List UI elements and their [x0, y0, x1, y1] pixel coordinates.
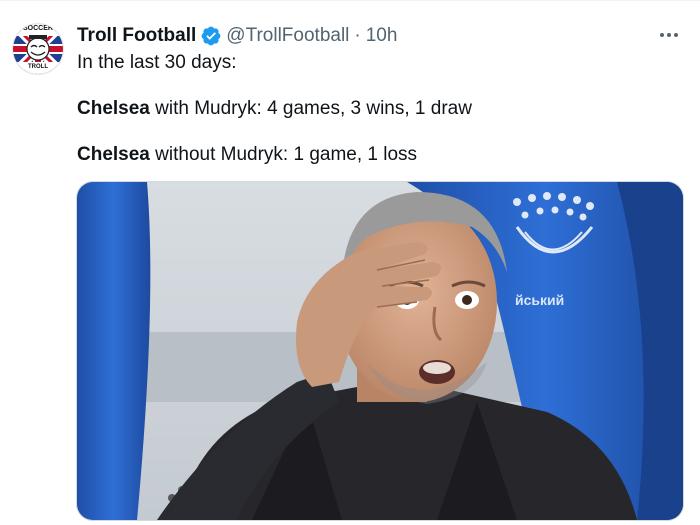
avatar[interactable]: SOCCER TROLL: [13, 24, 63, 74]
timestamp[interactable]: 10h: [366, 25, 398, 47]
avatar-text-top: SOCCER: [23, 25, 53, 32]
stadium-text: йський: [515, 292, 564, 308]
separator-dot: ·: [354, 25, 361, 46]
author-handle[interactable]: @TrollFootball: [226, 25, 349, 47]
author-name[interactable]: Troll Football: [77, 25, 196, 47]
more-options-icon[interactable]: [658, 27, 680, 43]
team-name: Chelsea: [77, 144, 150, 165]
tweet-card[interactable]: SOCCER TROLL Troll Football @TrollFootba…: [0, 0, 700, 525]
tweet-line-3: Chelsea without Mudryk: 1 game, 1 loss: [77, 143, 667, 166]
tweet-media-photo[interactable]: йський: [77, 182, 683, 520]
tweet-text: In the last 30 days: Chelsea with Mudryk…: [77, 51, 667, 166]
divider: [0, 0, 700, 1]
avatar-text-bottom: TROLL: [28, 64, 48, 70]
tweet-line-2: Chelsea with Mudryk: 4 games, 3 wins, 1 …: [77, 97, 667, 120]
team-name: Chelsea: [77, 98, 150, 119]
tweet-line-1: In the last 30 days:: [77, 52, 237, 73]
photo-shocked-man-in-stadium-seat: йський: [77, 182, 683, 520]
tweet-header: Troll Football @TrollFootball · 10h: [77, 23, 397, 49]
tweet-line-2-rest: with Mudryk: 4 games, 3 wins, 1 draw: [149, 98, 472, 119]
tweet-line-3-rest: without Mudryk: 1 game, 1 loss: [149, 144, 418, 165]
verified-badge-icon: [201, 26, 221, 46]
